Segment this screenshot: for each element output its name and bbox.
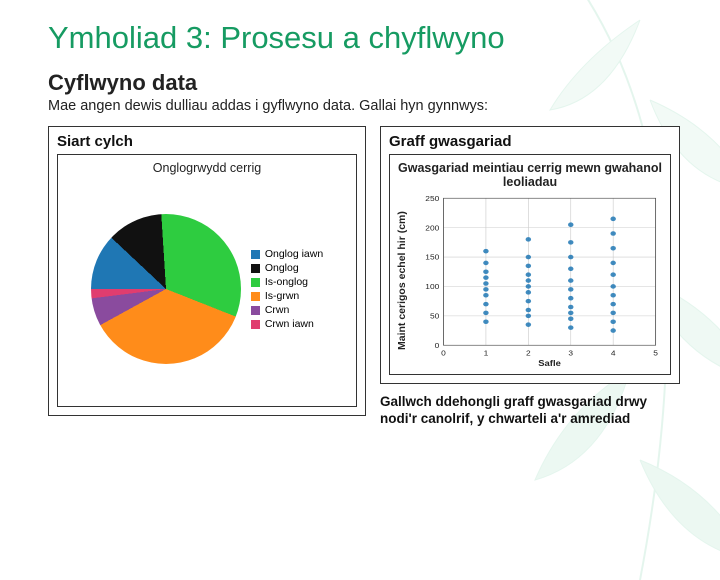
scatter-chart-frame: Gwasgariad meintiau cerrig mewn gwahanol… (389, 154, 671, 376)
scatter-plot: 0 50 100 150 200 250 0 1 2 3 4 5 Safle (412, 193, 664, 368)
svg-text:0: 0 (435, 342, 440, 350)
legend-item: Crwn (251, 304, 323, 316)
scatter-chart-title: Gwasgariad meintiau cerrig mewn gwahanol… (396, 161, 664, 190)
svg-text:2: 2 (526, 350, 531, 358)
svg-text:Safle: Safle (538, 359, 561, 368)
pie-legend: Onglog iawn Onglog Is-onglog Is-grwn Crwn Crw… (251, 246, 323, 332)
slide-title: Ymholiad 3: Prosesu a chyflwyno (48, 20, 680, 56)
svg-text:3: 3 (568, 350, 573, 358)
scatter-card-label: Graff gwasgariad (389, 133, 671, 150)
legend-swatch (251, 250, 260, 259)
scatter-caption: Gallwch ddehongli graff gwasgariad drwy … (380, 394, 680, 428)
legend-item: Crwn iawn (251, 318, 323, 330)
legend-swatch (251, 278, 260, 287)
legend-item: Onglog (251, 262, 323, 274)
pie-chart (91, 214, 241, 364)
legend-label: Is-onglog (265, 276, 308, 288)
svg-text:50: 50 (430, 313, 439, 321)
legend-swatch (251, 292, 260, 301)
svg-text:4: 4 (611, 350, 616, 358)
scatter-card: Graff gwasgariad Gwasgariad meintiau cer… (380, 126, 680, 385)
legend-swatch (251, 306, 260, 315)
legend-label: Onglog (265, 262, 299, 274)
pie-card: Siart cylch Onglogrwydd cerrig Onglog ia… (48, 126, 366, 416)
legend-label: Onglog iawn (265, 248, 323, 260)
legend-swatch (251, 264, 260, 273)
legend-label: Crwn (265, 304, 290, 316)
svg-text:0: 0 (441, 350, 446, 358)
legend-label: Is-grwn (265, 290, 299, 302)
svg-text:1: 1 (484, 350, 489, 358)
svg-text:150: 150 (425, 254, 439, 262)
legend-item: Is-grwn (251, 290, 323, 302)
svg-text:5: 5 (653, 350, 658, 358)
pie-chart-title: Onglogrwydd cerrig (64, 161, 350, 175)
pie-card-label: Siart cylch (57, 133, 357, 150)
legend-swatch (251, 320, 260, 329)
legend-label: Crwn iawn (265, 318, 314, 330)
legend-item: Onglog iawn (251, 248, 323, 260)
svg-text:250: 250 (425, 195, 439, 203)
svg-text:100: 100 (425, 283, 439, 291)
section-heading: Cyflwyno data (48, 70, 680, 96)
pie-chart-frame: Onglogrwydd cerrig Onglog iawn Onglog Is-o… (57, 154, 357, 407)
svg-text:200: 200 (425, 224, 439, 232)
intro-text: Mae angen dewis dulliau addas i gyflwyno… (48, 98, 680, 114)
chart-row: Siart cylch Onglogrwydd cerrig Onglog ia… (48, 126, 680, 429)
legend-item: Is-onglog (251, 276, 323, 288)
scatter-y-label: Maint cerigos echel hir (cm) (396, 193, 408, 368)
